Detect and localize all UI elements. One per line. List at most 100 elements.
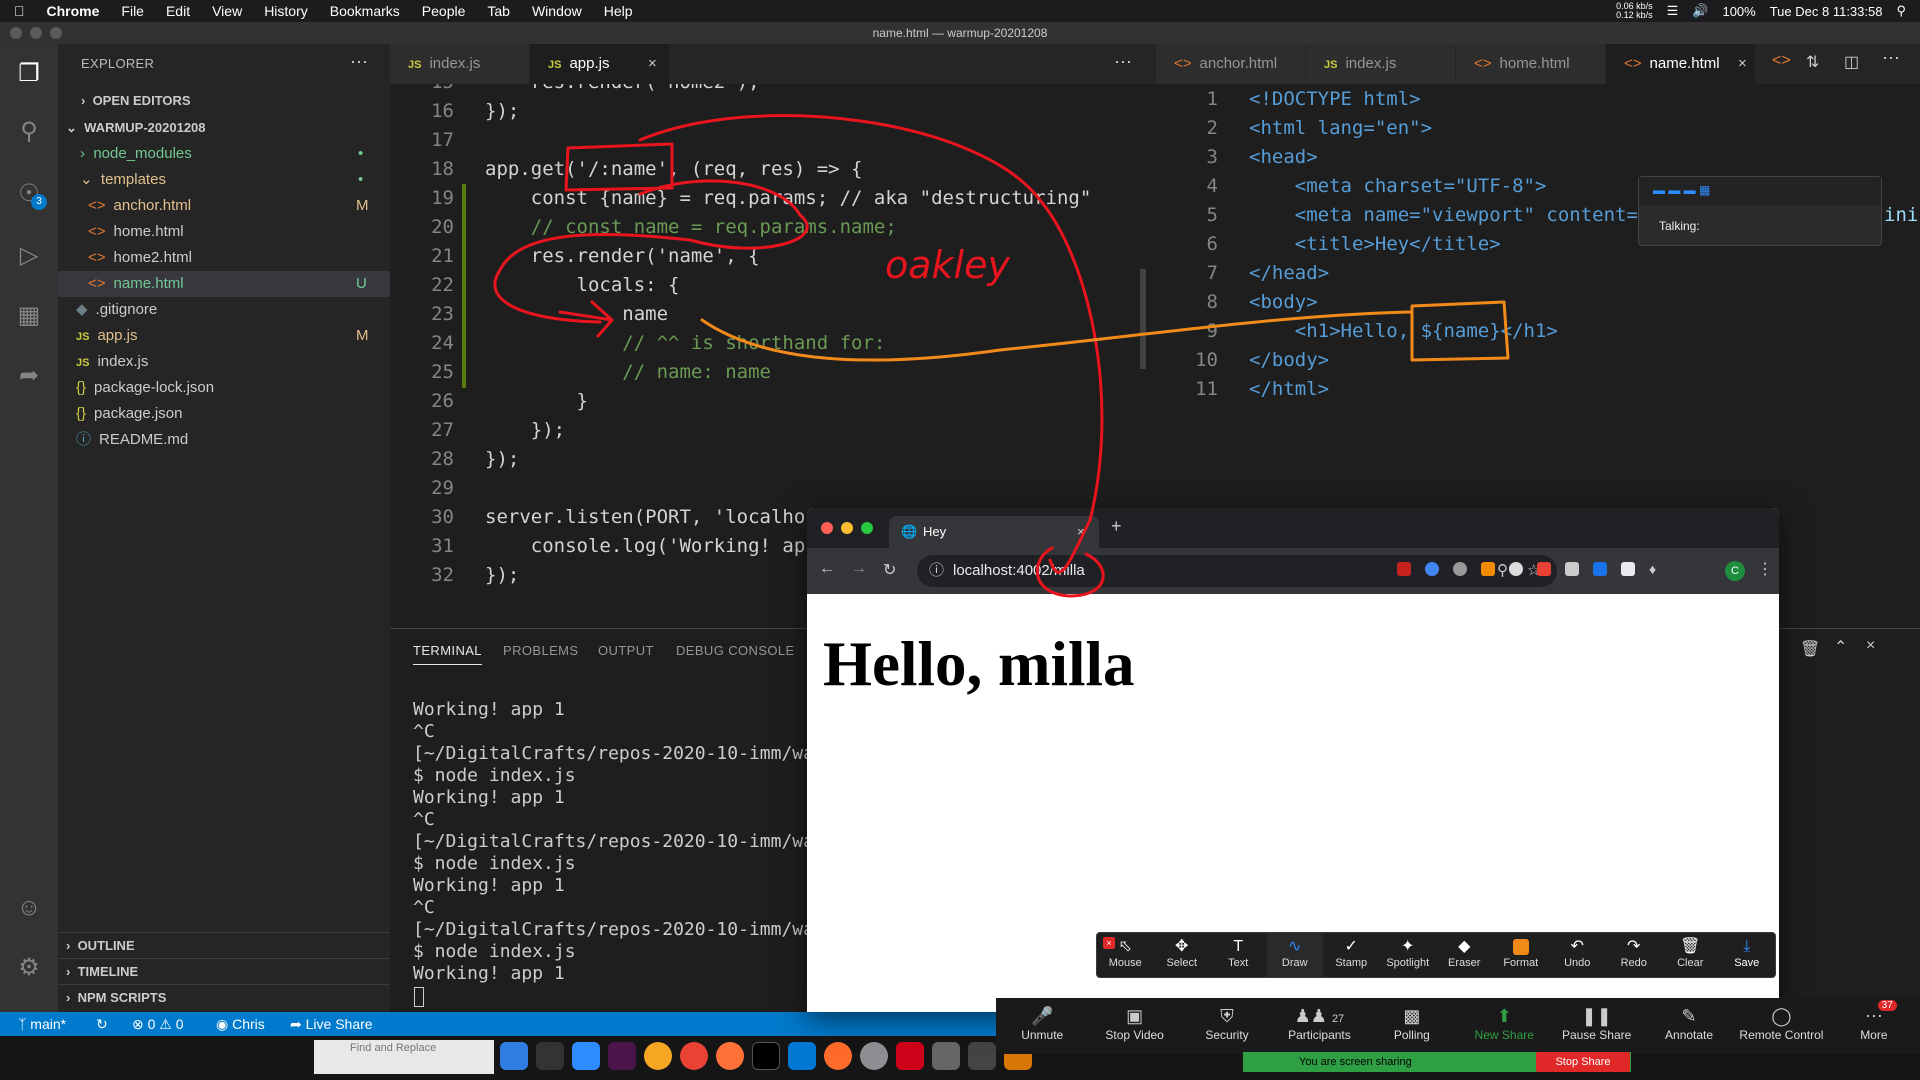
browser-maximize-button[interactable] <box>861 522 873 534</box>
browser-minimize-button[interactable] <box>841 522 853 534</box>
close-panel-icon[interactable]: × <box>1866 637 1875 655</box>
annotate-button[interactable]: ✎ Annotate <box>1643 998 1735 1054</box>
tab-home-html[interactable]: <> home.html <box>1456 44 1606 84</box>
stop-video-button[interactable]: ▣ Stop Video <box>1088 998 1180 1054</box>
volume-icon[interactable]: 🔊 <box>1692 3 1708 19</box>
new-share-button[interactable]: ⬆ New Share <box>1458 998 1550 1054</box>
split-editor-icon[interactable]: ◫ <box>1844 52 1859 72</box>
slack-icon[interactable] <box>608 1042 636 1070</box>
talking-widget-header[interactable]: ▬ ▬ ▬ ▦ <box>1639 177 1881 205</box>
extension-icon[interactable] <box>1593 562 1607 576</box>
run-debug-icon[interactable]: ▷ <box>13 240 45 272</box>
tree-item-templates[interactable]: ⌄ templates • <box>58 167 390 193</box>
menu-history[interactable]: History <box>264 3 308 19</box>
browser-close-button[interactable] <box>821 522 833 534</box>
settings-gear-icon[interactable]: ⚙ <box>13 952 45 984</box>
menu-app-name[interactable]: Chrome <box>47 3 100 19</box>
browser-tab[interactable]: 🌐 Hey × <box>889 516 1099 548</box>
finder-icon[interactable] <box>500 1042 528 1070</box>
tree-item-index-js[interactable]: JS index.js <box>58 349 390 375</box>
tab-anchor-html[interactable]: <> anchor.html <box>1156 44 1306 84</box>
minimize-window-button[interactable] <box>30 27 42 39</box>
extension-icon[interactable] <box>1453 562 1467 576</box>
more-button[interactable]: ⋯ More 37 <box>1828 998 1920 1054</box>
source-control-icon[interactable]: ☉ 3 <box>13 178 47 210</box>
tab-index-js-right[interactable]: JS index.js <box>1306 44 1456 84</box>
terminal-app-icon[interactable] <box>752 1042 780 1070</box>
timeline-section[interactable]: › TIMELINE <box>58 958 390 984</box>
close-window-button[interactable] <box>10 27 22 39</box>
annotate-spotlight-button[interactable]: ✦ Spotlight <box>1380 933 1437 977</box>
find-replace-thumbnail[interactable]: Find and Replace <box>314 1040 494 1074</box>
menu-view[interactable]: View <box>212 3 242 19</box>
chrome-canary-icon[interactable] <box>644 1042 672 1070</box>
tree-item-anchor-html[interactable]: <> anchor.html M <box>58 193 390 219</box>
vscode-icon[interactable] <box>788 1042 816 1070</box>
extension-icon[interactable] <box>1509 562 1523 576</box>
site-info-icon[interactable]: ⓘ <box>929 555 944 587</box>
tree-item-home2-html[interactable]: <> home2.html <box>58 245 390 271</box>
open-preview-icon[interactable]: <> <box>1772 52 1791 70</box>
tree-item-app-js[interactable]: JS app.js M <box>58 323 390 349</box>
close-tab-icon[interactable]: × <box>1738 44 1747 84</box>
tree-item-package-json[interactable]: {} package.json <box>58 401 390 427</box>
live-share-icon[interactable]: ➦ <box>13 360 45 392</box>
editor-more-icon[interactable]: ⋯ <box>1114 52 1132 73</box>
profile-avatar[interactable]: C <box>1725 561 1745 581</box>
back-icon[interactable]: ← <box>819 560 835 578</box>
tab-terminal[interactable]: TERMINAL <box>413 643 482 665</box>
search-icon[interactable]: ⚲ <box>13 116 45 148</box>
live-share-user[interactable]: ◉ Chris <box>216 1012 265 1036</box>
tab-index-js[interactable]: JS index.js <box>390 44 530 84</box>
zoom-app-icon[interactable] <box>572 1042 600 1070</box>
app-icon[interactable] <box>896 1042 924 1070</box>
menu-window[interactable]: Window <box>532 3 582 19</box>
tree-item-gitignore[interactable]: ◆ .gitignore <box>58 297 390 323</box>
maximize-panel-icon[interactable]: ⌃ <box>1834 637 1847 657</box>
editor-scrollbar[interactable] <box>1140 269 1146 369</box>
tab-app-js[interactable]: JS app.js × <box>530 44 670 84</box>
extension-icon[interactable] <box>1565 562 1579 576</box>
tab-name-html[interactable]: <> name.html × <box>1606 44 1756 84</box>
annotate-format-button[interactable]: Format <box>1493 933 1550 977</box>
wifi-icon[interactable]: ☰ <box>1667 3 1679 19</box>
spotlight-icon[interactable]: ⚲ <box>1896 3 1906 19</box>
menu-edit[interactable]: Edit <box>166 3 190 19</box>
app-icon[interactable] <box>932 1042 960 1070</box>
battery-percent[interactable]: 100% <box>1722 4 1755 19</box>
tree-item-package-lock-json[interactable]: {} package-lock.json <box>58 375 390 401</box>
security-button[interactable]: ⛨ Security <box>1181 998 1273 1054</box>
close-tab-icon[interactable]: × <box>648 44 657 84</box>
unmute-button[interactable]: 🎤 Unmute <box>996 998 1088 1054</box>
extension-icon[interactable] <box>1621 562 1635 576</box>
close-annotate-icon[interactable]: × <box>1103 937 1115 949</box>
extension-icon[interactable] <box>1537 562 1551 576</box>
tree-item-readme[interactable]: ⓘ README.md <box>58 427 390 453</box>
extension-icon[interactable] <box>1425 562 1439 576</box>
extensions-puzzle-icon[interactable]: ♦ <box>1649 562 1663 576</box>
annotate-redo-button[interactable]: ↷ Redo <box>1606 933 1663 977</box>
npm-scripts-section[interactable]: › NPM SCRIPTS <box>58 984 390 1010</box>
extensions-icon[interactable]: ▦ <box>13 300 45 332</box>
annotate-clear-button[interactable]: 🗑 Clear <box>1662 933 1719 977</box>
menu-bookmarks[interactable]: Bookmarks <box>330 3 400 19</box>
close-tab-icon[interactable]: × <box>1077 516 1085 548</box>
live-share-status[interactable]: ➦ Live Share <box>290 1012 373 1036</box>
extension-icon[interactable] <box>1481 562 1495 576</box>
maximize-window-button[interactable] <box>50 27 62 39</box>
forward-icon[interactable]: → <box>851 560 867 578</box>
annotate-draw-button[interactable]: ∿ Draw <box>1266 933 1323 977</box>
annotate-save-button[interactable]: ⤓ Save <box>1719 933 1776 977</box>
new-tab-icon[interactable]: + <box>1111 516 1122 537</box>
apple-icon[interactable]:  <box>14 3 25 19</box>
menu-tab[interactable]: Tab <box>487 3 510 19</box>
editor-more-icon[interactable]: ⋯ <box>1882 48 1900 69</box>
pause-share-button[interactable]: ❚❚ Pause Share <box>1550 998 1642 1054</box>
outline-section[interactable]: › OUTLINE <box>58 932 390 958</box>
remote-control-button[interactable]: ◯ Remote Control <box>1735 998 1827 1054</box>
annotate-undo-button[interactable]: ↶ Undo <box>1549 933 1606 977</box>
account-icon[interactable]: ☺ <box>13 892 45 924</box>
more-actions-icon[interactable]: ⋯ <box>350 52 368 73</box>
system-preferences-icon[interactable] <box>860 1042 888 1070</box>
menu-help[interactable]: Help <box>604 3 633 19</box>
